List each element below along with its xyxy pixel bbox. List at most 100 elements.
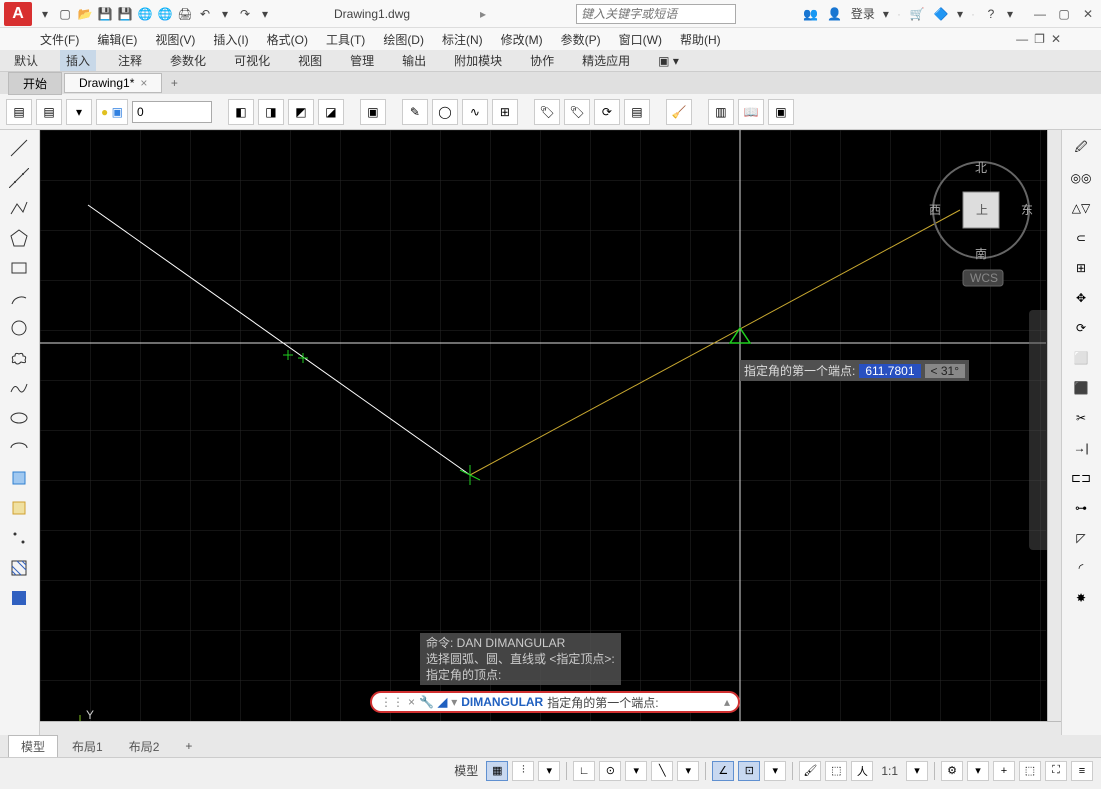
osnap-toggle[interactable]: ∠	[712, 761, 734, 781]
layer-tool-3[interactable]: ◩	[288, 99, 314, 125]
point-tool[interactable]	[2, 524, 36, 552]
inner-restore-button[interactable]: ❐	[1034, 32, 1045, 46]
transparency-toggle[interactable]: ⬚	[825, 761, 847, 781]
extend-tool[interactable]: →|	[1064, 434, 1098, 462]
gradient-tool[interactable]	[2, 584, 36, 612]
cart-icon[interactable]: 🛒	[909, 6, 925, 22]
edit-tool-2[interactable]: ◯	[432, 99, 458, 125]
rectangle-tool[interactable]	[2, 254, 36, 282]
cmd-close-icon[interactable]: ×	[408, 695, 415, 709]
layer-states-button[interactable]: ▤	[36, 99, 62, 125]
chamfer-tool[interactable]: ◸	[1064, 524, 1098, 552]
save-icon[interactable]: 💾	[96, 5, 114, 23]
otrack-toggle[interactable]: ⊡	[738, 761, 760, 781]
cmd-handle-icon[interactable]: ⋮⋮	[380, 695, 404, 709]
redo-icon[interactable]: ↷	[236, 5, 254, 23]
snap-toggle[interactable]: ⫶	[512, 761, 534, 781]
saveas-icon[interactable]: 💾	[116, 5, 134, 23]
edit-tool-4[interactable]: ⊞	[492, 99, 518, 125]
ellipse-tool[interactable]	[2, 404, 36, 432]
xline-tool[interactable]	[2, 164, 36, 192]
layer-tool-4[interactable]: ◪	[318, 99, 344, 125]
status-dd-4[interactable]: ▾	[764, 761, 786, 781]
status-dd-1[interactable]: ▾	[538, 761, 560, 781]
line-tool[interactable]	[2, 134, 36, 162]
menu-item[interactable]: 修改(M)	[501, 31, 543, 48]
layout-tab-2[interactable]: 布局2	[117, 736, 172, 757]
file-tab-start[interactable]: 开始	[8, 72, 62, 95]
menu-item[interactable]: 帮助(H)	[680, 31, 721, 48]
help-icon[interactable]: ?	[983, 6, 999, 22]
ribbon-tab[interactable]: 视图	[292, 50, 328, 71]
layer-dd-button[interactable]: ▾	[66, 99, 92, 125]
plus-button[interactable]: +	[993, 761, 1015, 781]
palette-1[interactable]: ▥	[708, 99, 734, 125]
ellipse-arc-tool[interactable]	[2, 434, 36, 462]
ribbon-tab[interactable]: 附加模块	[448, 50, 508, 71]
close-button[interactable]: ✕	[1079, 5, 1097, 23]
offset-tool[interactable]: ⊂	[1064, 224, 1098, 252]
undo-dd-icon[interactable]: ▾	[216, 5, 234, 23]
minimize-button[interactable]: —	[1031, 5, 1049, 23]
polyline-tool[interactable]	[2, 194, 36, 222]
login-dd-icon[interactable]: ▾	[883, 7, 889, 21]
menu-item[interactable]: 工具(T)	[326, 31, 365, 48]
fullscreen-button[interactable]: ⛶	[1045, 761, 1067, 781]
layer-icon[interactable]: ● ▣	[96, 99, 128, 125]
explode-tool[interactable]: ✸	[1064, 584, 1098, 612]
revcloud-tool[interactable]	[2, 344, 36, 372]
web-save-icon[interactable]: 🌐	[156, 5, 174, 23]
search-input[interactable]	[576, 4, 736, 24]
prop-tool-3[interactable]: ⟳	[594, 99, 620, 125]
menu-item[interactable]: 编辑(E)	[97, 31, 137, 48]
menu-item[interactable]: 窗口(W)	[619, 31, 662, 48]
ribbon-tab[interactable]: 默认	[8, 50, 44, 71]
print-icon[interactable]: 🖨	[176, 5, 194, 23]
open-icon[interactable]: 📂	[76, 5, 94, 23]
status-dd-5[interactable]: ▾	[906, 761, 928, 781]
circle-tool[interactable]	[2, 314, 36, 342]
move-tool[interactable]: ✥	[1064, 284, 1098, 312]
menu-item[interactable]: 插入(I)	[213, 31, 248, 48]
broom-icon[interactable]: 🧹	[666, 99, 692, 125]
ribbon-tab[interactable]: 插入	[60, 50, 96, 71]
app-icon[interactable]: 🔷	[933, 6, 949, 22]
gear-button[interactable]: ⚙	[941, 761, 963, 781]
iso-view-button[interactable]: ⬚	[1019, 761, 1041, 781]
mirror-tool[interactable]: △▽	[1064, 194, 1098, 222]
copy-tool[interactable]: ◎◎	[1064, 164, 1098, 192]
menu-item[interactable]: 视图(V)	[155, 31, 195, 48]
status-dd-3[interactable]: ▾	[677, 761, 699, 781]
cmd-config-icon[interactable]: 🔧	[419, 695, 434, 709]
polar-toggle[interactable]: ⊙	[599, 761, 621, 781]
login-link[interactable]: 登录	[851, 5, 875, 22]
join-tool[interactable]: ⊶	[1064, 494, 1098, 522]
prop-tool-2[interactable]: 🏷	[564, 99, 590, 125]
people-icon[interactable]: 人	[851, 761, 873, 781]
erase-tool[interactable]: 🖉	[1064, 134, 1098, 162]
status-dd-2[interactable]: ▾	[625, 761, 647, 781]
ribbon-overflow-icon[interactable]: ▣ ▾	[652, 52, 685, 70]
ribbon-tab[interactable]: 协作	[524, 50, 560, 71]
prop-tool-1[interactable]: 🏷	[534, 99, 560, 125]
menu-item[interactable]: 标注(N)	[442, 31, 483, 48]
ribbon-tab[interactable]: 注释	[112, 50, 148, 71]
scale-tool[interactable]: ⬜	[1064, 344, 1098, 372]
layout-tab-1[interactable]: 布局1	[60, 736, 115, 757]
edit-tool-1[interactable]: ✎	[402, 99, 428, 125]
status-dd-6[interactable]: ▾	[967, 761, 989, 781]
cmd-dd-icon[interactable]: ▾	[451, 695, 457, 709]
menu-item[interactable]: 格式(O)	[267, 31, 308, 48]
app-logo[interactable]: A	[4, 2, 32, 26]
iso-toggle[interactable]: ╲	[651, 761, 673, 781]
ribbon-tab[interactable]: 管理	[344, 50, 380, 71]
break-tool[interactable]: ⊏⊐	[1064, 464, 1098, 492]
insert-block-tool[interactable]	[2, 464, 36, 492]
layout-tab-model[interactable]: 模型	[8, 735, 58, 757]
edit-tool-3[interactable]: ∿	[462, 99, 488, 125]
cmd-up-icon[interactable]: ▴	[724, 695, 730, 709]
palette-3[interactable]: ▣	[768, 99, 794, 125]
drawing-canvas[interactable]: 指定角的第一个端点: 611.7801 < 31° 命令: DAN DIMANG…	[40, 130, 1061, 735]
help-dd-icon[interactable]: ▾	[1007, 7, 1013, 21]
qat-dropdown-icon[interactable]: ▾	[36, 5, 54, 23]
